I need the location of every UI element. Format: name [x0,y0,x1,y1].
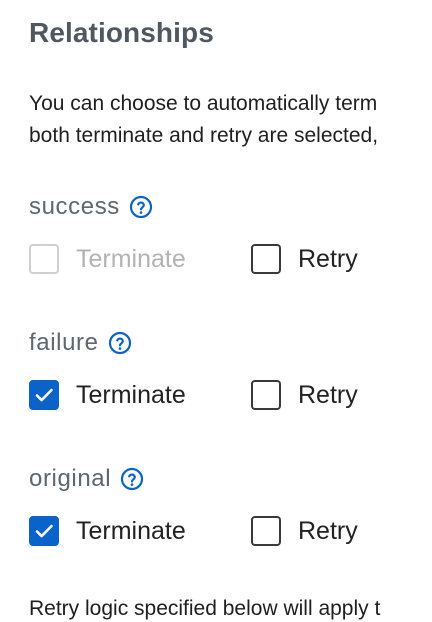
checkbox-unchecked [251,516,281,546]
relationship-label: success [29,193,120,220]
relationship-label: original [29,465,112,492]
failure-retry-checkbox[interactable]: Retry [251,380,358,410]
failure-terminate-checkbox[interactable]: Terminate [29,380,186,410]
checkbox-checked [29,516,59,546]
relationship-name-success: success [29,193,153,221]
description-line-1: You can choose to automatically term [29,92,378,115]
checkbox-label: Terminate [76,380,186,409]
checkbox-checked [29,380,59,410]
retry-logic-note: Retry logic specified below will apply t [29,597,381,620]
checkmark-icon [35,524,53,538]
help-icon[interactable] [129,195,153,219]
help-icon[interactable] [108,331,132,355]
checkbox-label: Terminate [76,516,186,545]
success-retry-checkbox[interactable]: Retry [251,244,358,274]
description-line-2: both terminate and retry are selected, [29,124,379,147]
original-terminate-checkbox[interactable]: Terminate [29,516,186,546]
checkbox-label: Retry [298,380,358,409]
relationships-panel: Relationships You can choose to automati… [0,0,432,622]
checkbox-label: Retry [298,244,358,273]
checkbox-label: Terminate [76,244,186,273]
checkbox-unchecked-disabled [29,244,59,274]
page-title: Relationships [29,17,214,48]
checkbox-unchecked [251,380,281,410]
checkmark-icon [35,388,53,402]
checkbox-label: Retry [298,516,358,545]
help-icon[interactable] [120,467,144,491]
relationship-name-failure: failure [29,329,132,357]
success-terminate-checkbox[interactable]: Terminate [29,244,186,274]
checkbox-unchecked [251,244,281,274]
original-retry-checkbox[interactable]: Retry [251,516,358,546]
relationship-label: failure [29,329,99,356]
relationship-name-original: original [29,465,144,493]
